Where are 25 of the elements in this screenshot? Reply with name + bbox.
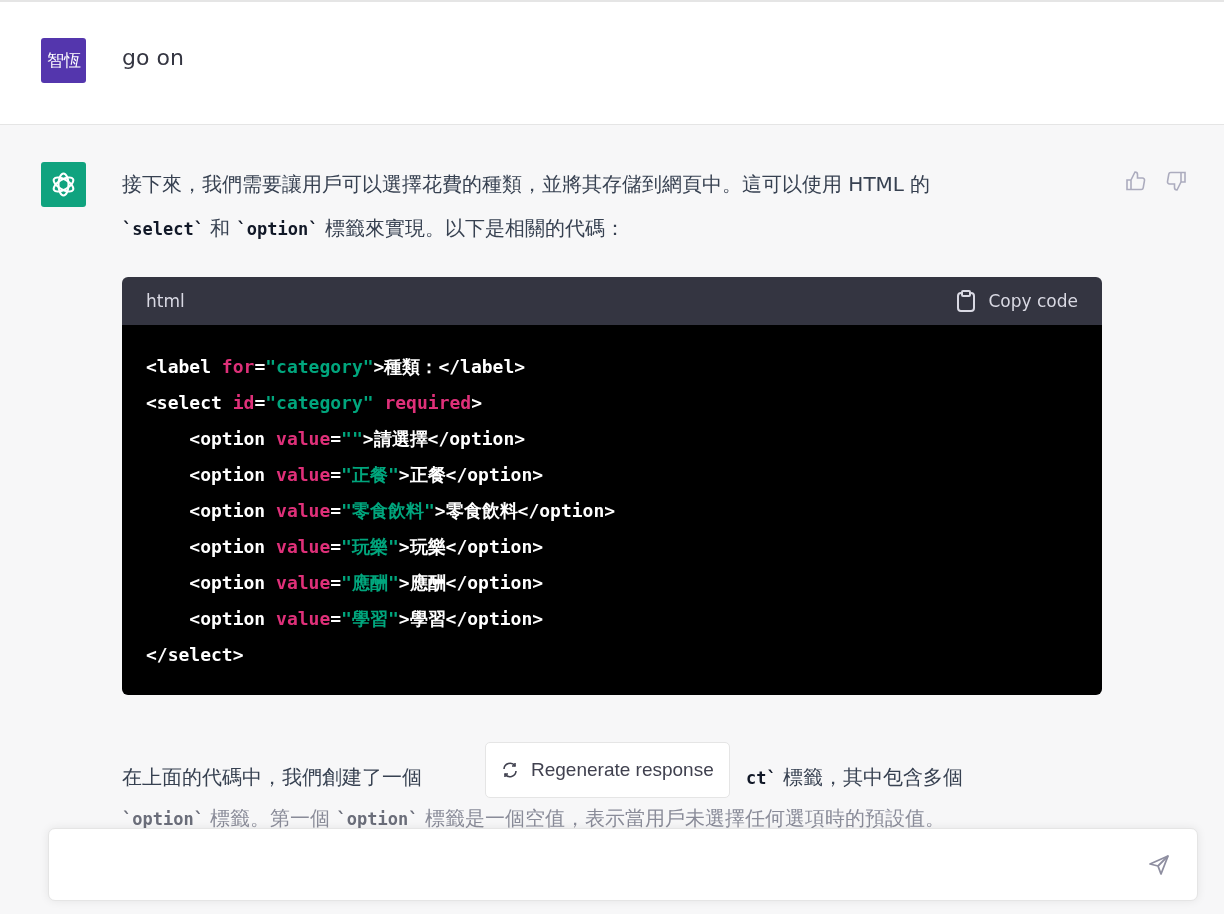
- send-icon[interactable]: [1147, 852, 1171, 877]
- code-line: </select>: [146, 643, 245, 667]
- code-line: <select id="category" required>: [146, 391, 483, 415]
- refresh-icon: [501, 761, 519, 779]
- code-line: <option value="正餐">正餐</option>: [188, 463, 545, 487]
- code-language: html: [146, 291, 185, 311]
- intro-paragraph: 接下來，我們需要讓用戶可以選擇花費的種類，並將其存儲到網頁中。這可以使用 HTML 的 `select` 和 `option` 標籤來實現。以下是相關的代碼：: [122, 171, 932, 242]
- copy-code-button[interactable]: Copy code: [956, 290, 1078, 312]
- user-avatar: 智恆: [41, 38, 86, 83]
- message-input[interactable]: [48, 828, 1198, 901]
- regenerate-button[interactable]: Regenerate response: [485, 742, 730, 798]
- clipboard-icon: [956, 290, 977, 312]
- code-line: <option value="玩樂">玩樂</option>: [188, 535, 545, 559]
- paragraph-text: 在上面的代碼中，我們創建了一個: [122, 764, 422, 791]
- user-message: go on: [122, 44, 184, 72]
- code-line: <label for="category">種類：</label>: [146, 355, 527, 379]
- thumbs-down-icon[interactable]: [1166, 170, 1188, 192]
- code-line: <option value="學習">學習</option>: [188, 607, 545, 631]
- thumbs-up-icon[interactable]: [1124, 170, 1146, 192]
- code-line: <option value="">請選擇</option>: [188, 427, 527, 451]
- code-line: <option value="零食飲料">零食飲料</option>: [188, 499, 617, 523]
- code-line: <option value="應酬">應酬</option>: [188, 571, 545, 595]
- assistant-logo-icon: [41, 162, 86, 207]
- paragraph-text: `option` 標籤。第一個 `option` 標籤是一個空值，表示當用戶未選擇任何選項時的預設值。: [122, 805, 946, 832]
- paragraph-text: ct` 標籤，其中包含多個: [746, 764, 964, 791]
